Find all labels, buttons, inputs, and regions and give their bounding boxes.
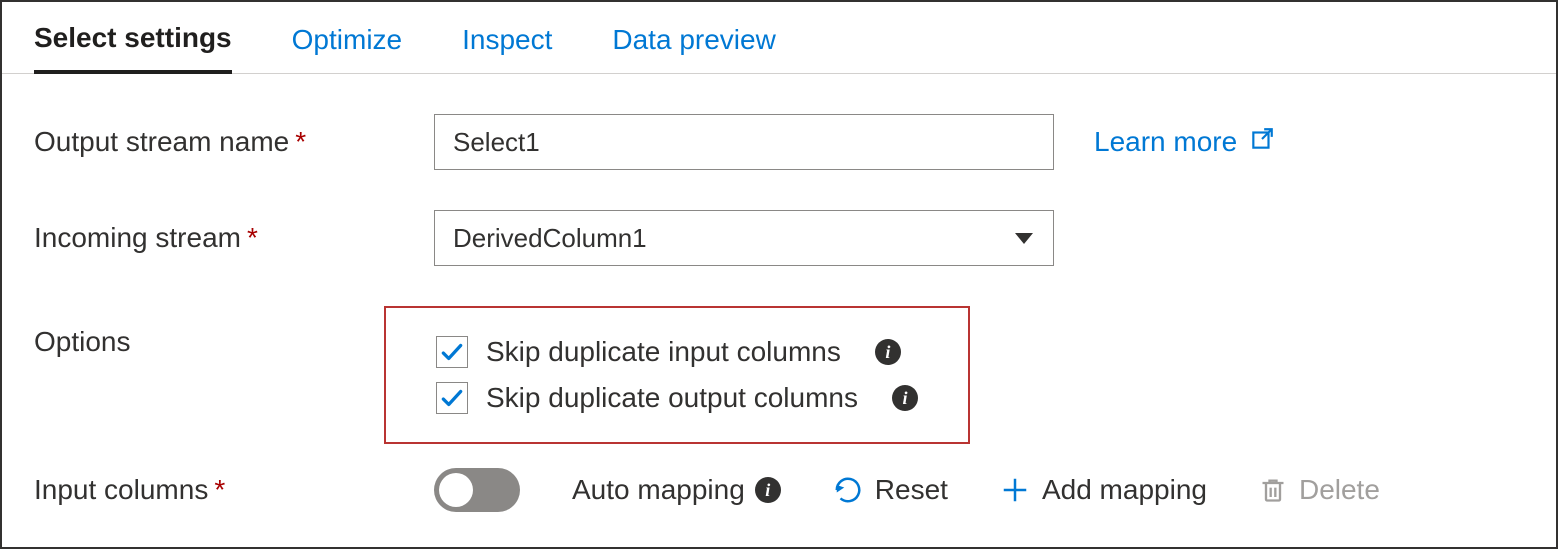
row-output-stream: Output stream name * Learn more [34,114,1524,170]
incoming-stream-select[interactable]: DerivedColumn1 [434,210,1054,266]
auto-mapping-toggle[interactable] [434,468,520,512]
label-text: Incoming stream [34,222,241,254]
input-columns-label: Input columns * [34,474,434,506]
info-icon[interactable]: i [892,385,918,411]
trash-icon [1259,476,1287,504]
required-marker: * [247,224,258,252]
options-label: Options [34,306,434,358]
toggle-knob [439,473,473,507]
plus-icon [1000,475,1030,505]
label-text: Output stream name [34,126,289,158]
select-value: DerivedColumn1 [453,223,647,254]
options-field: Skip duplicate input columns i Skip dupl… [434,306,1054,444]
required-marker: * [295,128,306,156]
label-text: Input columns [34,474,208,506]
tab-inspect[interactable]: Inspect [462,16,552,72]
tab-optimize[interactable]: Optimize [292,16,402,72]
reset-button[interactable]: Reset [833,474,948,506]
incoming-stream-label: Incoming stream * [34,222,434,254]
skip-input-checkbox[interactable] [436,336,468,368]
tab-bar: Select settings Optimize Inspect Data pr… [2,2,1556,74]
auto-mapping-label: Auto mapping i [572,474,781,506]
row-input-columns: Input columns * Auto mapping i [34,468,1524,512]
option-skip-output: Skip duplicate output columns i [436,382,918,414]
incoming-stream-field: DerivedColumn1 [434,210,1054,266]
required-marker: * [214,476,225,504]
select-settings-panel: Select settings Optimize Inspect Data pr… [0,0,1558,549]
info-icon[interactable]: i [755,477,781,503]
chevron-down-icon [1015,233,1033,244]
tab-select-settings[interactable]: Select settings [34,14,232,74]
skip-output-label: Skip duplicate output columns [486,382,858,414]
reset-label: Reset [875,474,948,506]
label-text: Options [34,326,131,358]
skip-output-checkbox[interactable] [436,382,468,414]
check-icon [439,385,465,411]
row-options: Options Skip duplicate input columns i [34,306,1524,444]
row-incoming-stream: Incoming stream * DerivedColumn1 [34,210,1524,266]
output-stream-input[interactable] [434,114,1054,170]
check-icon [439,339,465,365]
option-skip-input: Skip duplicate input columns i [436,336,918,368]
tab-data-preview[interactable]: Data preview [612,16,775,72]
input-columns-toolbar: Auto mapping i Reset [434,468,1380,512]
learn-more-link[interactable]: Learn more [1094,126,1275,159]
options-highlight: Skip duplicate input columns i Skip dupl… [384,306,970,444]
delete-button: Delete [1259,474,1380,506]
add-mapping-label: Add mapping [1042,474,1207,506]
output-stream-field [434,114,1054,170]
delete-label: Delete [1299,474,1380,506]
info-icon[interactable]: i [875,339,901,365]
learn-more-text: Learn more [1094,126,1237,158]
external-link-icon [1249,126,1275,159]
skip-input-label: Skip duplicate input columns [486,336,841,368]
add-mapping-button[interactable]: Add mapping [1000,474,1207,506]
output-stream-label: Output stream name * [34,126,434,158]
reset-icon [833,475,863,505]
form-area: Output stream name * Learn more [2,74,1556,512]
